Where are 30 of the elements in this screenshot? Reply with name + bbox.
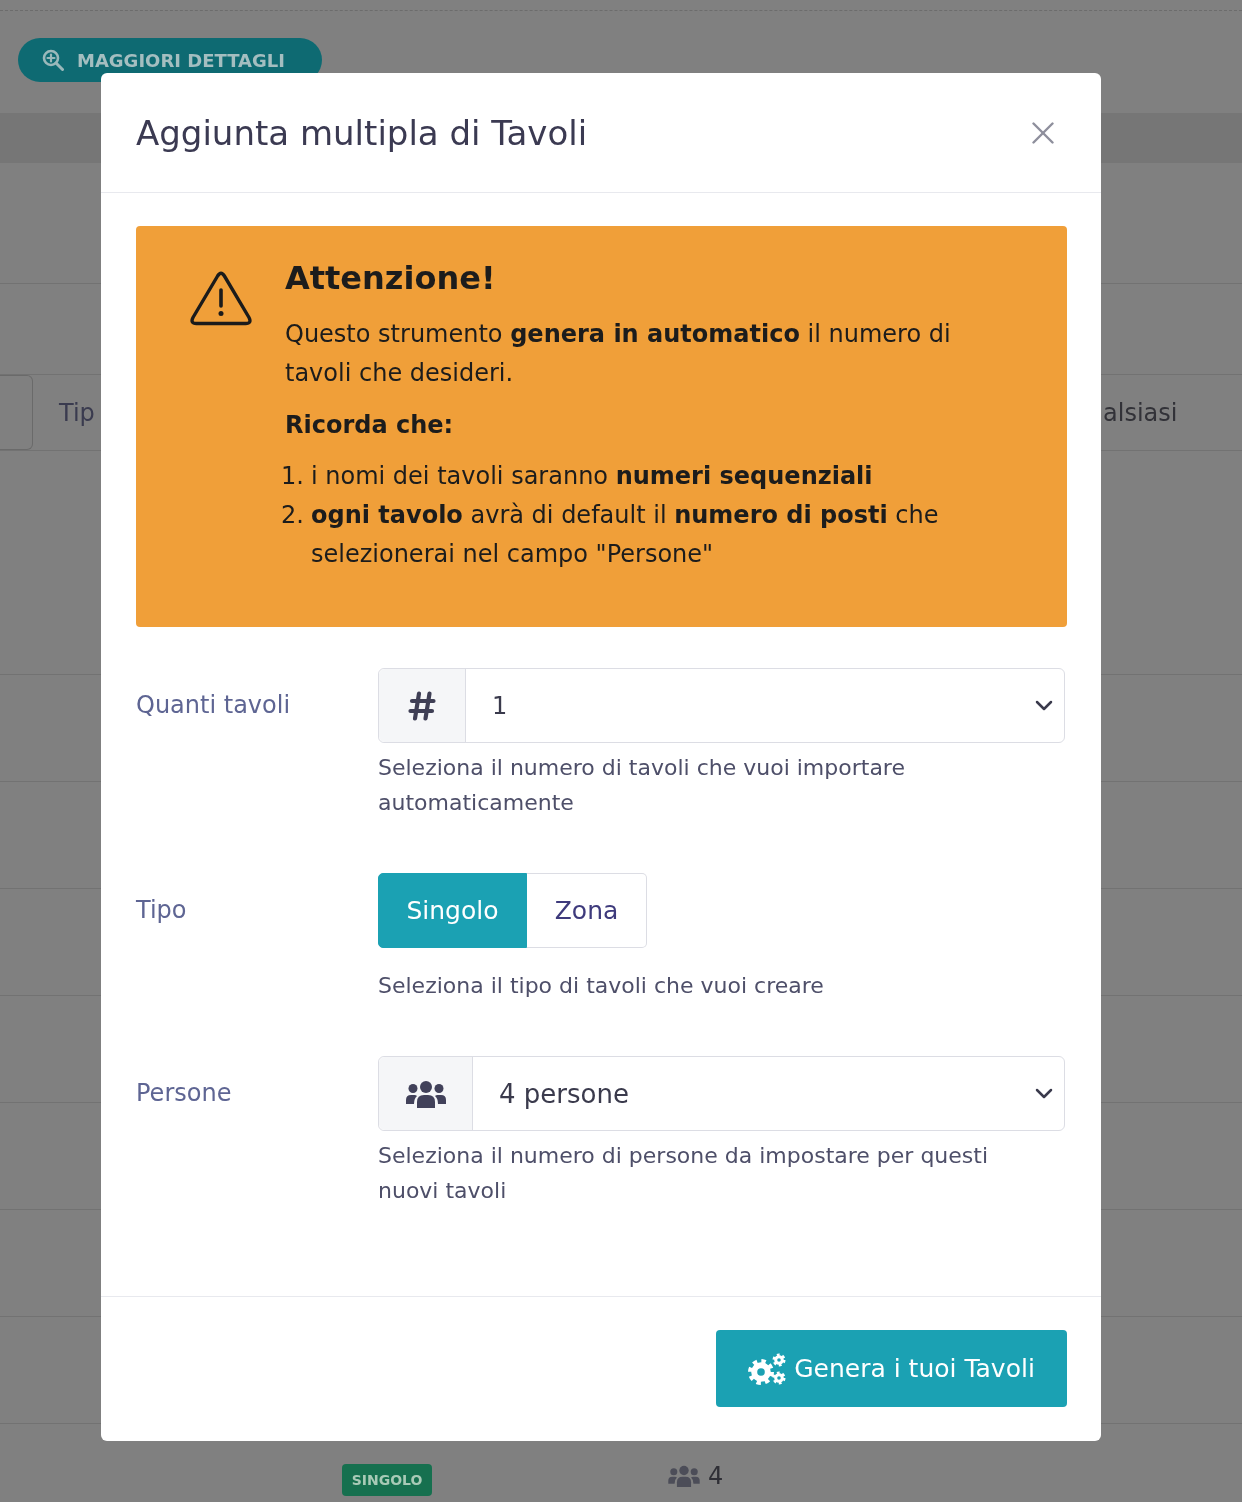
- type-badge: SINGOLO: [342, 1464, 432, 1496]
- list-number: 1.: [281, 461, 304, 492]
- chevron-down-icon: [1035, 1088, 1053, 1099]
- field-label: Tipo: [136, 895, 187, 926]
- help-text: Seleziona il numero di tavoli che vuoi importare automaticamente: [378, 754, 906, 817]
- alert-subheading: Ricorda che:: [285, 410, 455, 441]
- list-item-text: ogni tavolo avrà di default il numero di posti che selezionerai nel campo "Persone": [311, 500, 940, 570]
- modal-title: Aggiunta multipla di Tavoli: [136, 112, 588, 153]
- warning-icon: [190, 271, 252, 326]
- type-option[interactable]: Zona: [527, 873, 647, 948]
- select-field[interactable]: 1: [378, 668, 1065, 743]
- list-item-text: i nomi dei tavoli saranno numeri sequenziali: [311, 461, 874, 492]
- field-label: Quanti tavoli: [136, 690, 291, 721]
- people-count: 4: [708, 1462, 724, 1490]
- hashtag-icon: [408, 690, 436, 721]
- people-icon: [668, 1465, 700, 1487]
- help-text: Seleziona il numero di persone da impostare per questi nuovi tavoli: [378, 1142, 990, 1205]
- chevron-down-icon: [1035, 700, 1053, 711]
- gears-icon: [748, 1352, 787, 1385]
- zoom-in-icon: [42, 49, 64, 71]
- alert-text: Questo strumento genera in automatico il numero di tavoli che desideri.: [285, 319, 952, 389]
- close-icon[interactable]: [1032, 121, 1054, 144]
- select-field[interactable]: 4 persone: [378, 1056, 1065, 1131]
- people-icon: [405, 1079, 446, 1108]
- help-text: Seleziona il tipo di tavoli che vuoi creare: [378, 972, 825, 1000]
- list-number: 2.: [281, 500, 304, 531]
- alert-heading: Attenzione!: [285, 258, 497, 298]
- filter-label: Tip: [58, 398, 95, 427]
- column-text: alsiasi: [1103, 398, 1178, 427]
- field-label: Persone: [136, 1078, 232, 1109]
